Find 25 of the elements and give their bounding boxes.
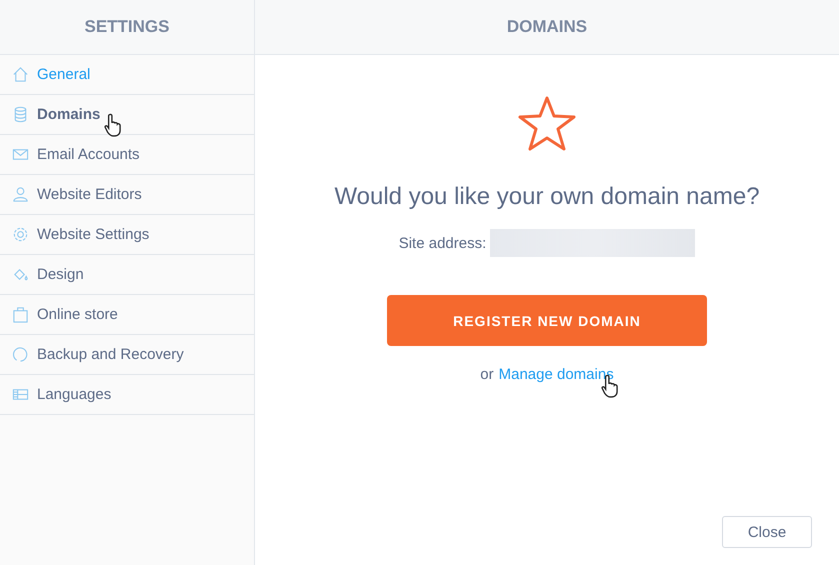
sidebar-item[interactable]: General xyxy=(0,55,254,95)
or-text: or xyxy=(480,366,494,383)
paint-bucket-icon xyxy=(12,266,29,283)
home-icon xyxy=(12,66,29,83)
register-button[interactable]: REGISTER NEW DOMAIN xyxy=(387,295,707,346)
sidebar-item[interactable]: Online store xyxy=(0,295,254,335)
star-icon xyxy=(517,95,577,153)
sidebar-item[interactable]: Design xyxy=(0,255,254,295)
panel-header: DOMAINS xyxy=(255,0,839,55)
sidebar-item[interactable]: Languages xyxy=(0,375,254,415)
user-icon xyxy=(12,186,29,203)
settings-icon xyxy=(12,226,29,243)
hand-cursor-icon xyxy=(104,113,122,137)
manage-domains-link[interactable]: Manage domains xyxy=(498,366,614,383)
close-button[interactable]: Close xyxy=(722,516,812,548)
shopping-bag-icon xyxy=(12,306,29,323)
sidebar-item[interactable]: Backup and Recovery xyxy=(0,335,254,375)
sidebar-item[interactable]: Email Accounts xyxy=(0,135,254,175)
sidebar-item[interactable]: Website Editors xyxy=(0,175,254,215)
heading: Would you like your own domain name? xyxy=(334,183,760,211)
refresh-icon xyxy=(12,346,29,363)
database-icon xyxy=(12,106,29,123)
site-address-label: Site address: xyxy=(398,234,486,252)
sidebar-item[interactable]: Domains xyxy=(0,95,254,135)
sidebar-item[interactable]: Website Settings xyxy=(0,215,254,255)
